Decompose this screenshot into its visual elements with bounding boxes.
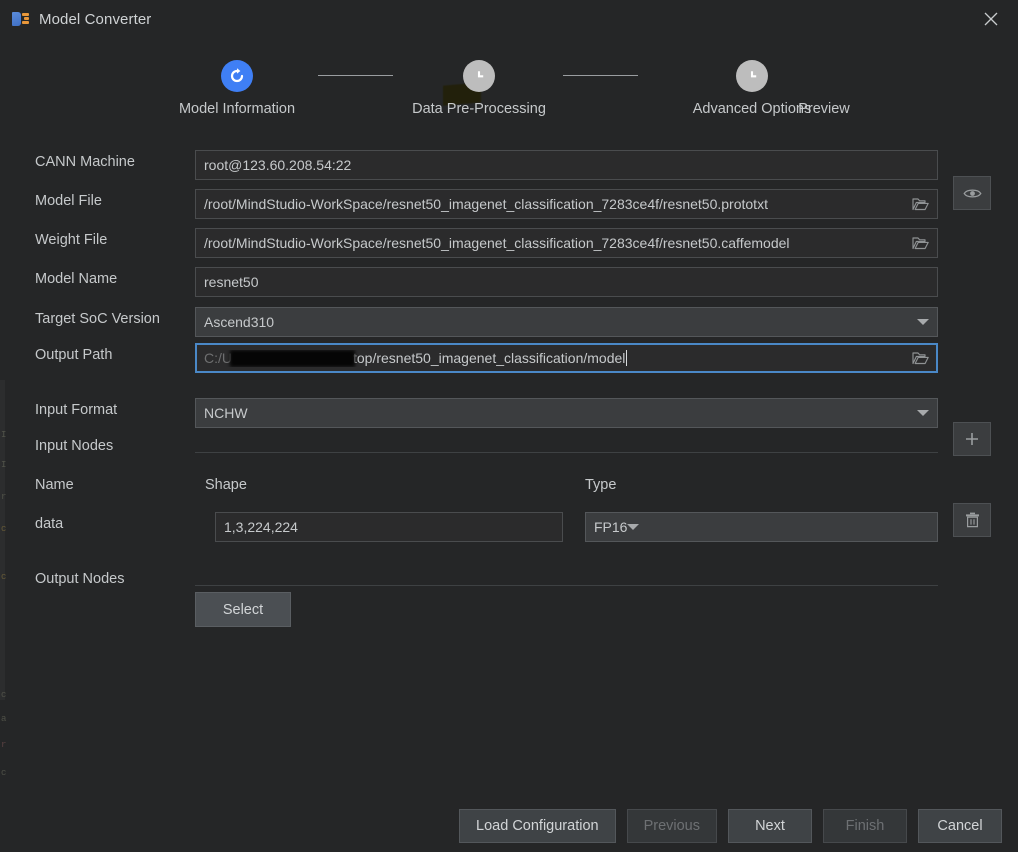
output-nodes-divider (195, 585, 938, 586)
model-file-label: Model File (35, 193, 102, 209)
output-path-suffix: top/resnet50_imagenet_classification/mod… (353, 349, 626, 366)
input-format-value: NCHW (204, 405, 248, 421)
input-node-type-select[interactable]: FP16 (585, 512, 938, 542)
column-header-name: Name (35, 477, 74, 493)
chevron-down-icon (627, 524, 640, 530)
model-name-value: resnet50 (204, 274, 259, 290)
cann-machine-value: root@123.60.208.54:22 (204, 157, 352, 173)
delete-input-node-button[interactable] (953, 503, 991, 537)
wizard-stepper: Model Information Data Pre-Processing Ad… (0, 38, 1018, 134)
clock-icon (463, 60, 495, 92)
column-header-shape: Shape (205, 477, 247, 493)
load-configuration-button[interactable]: Load Configuration (459, 809, 616, 843)
dialog-footer: Load Configuration Previous Next Finish … (0, 800, 1018, 852)
model-converter-dialog: I I r c c c a r c Model Converter Model … (0, 0, 1018, 852)
step-preview[interactable]: Preview (724, 60, 924, 117)
target-soc-version-label: Target SoC Version (35, 311, 160, 327)
output-nodes-label: Output Nodes (35, 571, 125, 587)
output-path-label: Output Path (35, 347, 113, 363)
select-output-nodes-button[interactable]: Select (195, 592, 291, 627)
folder-open-icon[interactable] (912, 197, 929, 211)
output-path-value: C:/U top/resnet50_imagenet_classification… (204, 349, 906, 367)
title-bar: Model Converter (0, 0, 1018, 38)
window-title: Model Converter (39, 10, 152, 28)
weight-file-value: /root/MindStudio-WorkSpace/resnet50_imag… (204, 235, 790, 251)
target-soc-version-select[interactable]: Ascend310 (195, 307, 938, 337)
cann-machine-label: CANN Machine (35, 154, 135, 170)
add-input-node-button[interactable] (953, 422, 991, 456)
cancel-button[interactable]: Cancel (918, 809, 1002, 843)
input-node-shape-input[interactable]: 1,3,224,224 (215, 512, 563, 542)
cann-machine-input[interactable]: root@123.60.208.54:22 (195, 150, 938, 180)
model-converter-icon (12, 11, 30, 27)
input-format-label: Input Format (35, 402, 118, 418)
input-node-shape-value: 1,3,224,224 (224, 519, 298, 535)
input-nodes-divider (195, 452, 938, 453)
text-cursor (626, 349, 628, 366)
step-label: Preview (798, 101, 850, 117)
folder-open-icon[interactable] (912, 351, 929, 365)
trash-icon (965, 512, 979, 528)
step-label: Model Information (178, 101, 296, 117)
weight-file-label: Weight File (35, 232, 108, 248)
chevron-down-icon (917, 319, 929, 325)
input-node-name: data (35, 516, 64, 532)
previous-button[interactable]: Previous (626, 809, 717, 843)
input-nodes-label: Input Nodes (35, 438, 114, 454)
folder-open-icon[interactable] (912, 236, 929, 250)
target-soc-version-value: Ascend310 (204, 314, 275, 330)
chevron-down-icon (917, 410, 929, 416)
output-path-input[interactable]: C:/U top/resnet50_imagenet_classification… (195, 343, 938, 373)
model-file-value: /root/MindStudio-WorkSpace/resnet50_imag… (204, 196, 768, 212)
model-name-input[interactable]: resnet50 (195, 267, 938, 297)
form-body: CANN Machine root@123.60.208.54:22 Model… (0, 134, 1018, 852)
refresh-circle-icon (221, 60, 253, 92)
next-button[interactable]: Next (728, 809, 812, 843)
step-data-pre-processing[interactable]: Data Pre-Processing (379, 60, 579, 117)
weight-file-input[interactable]: /root/MindStudio-WorkSpace/resnet50_imag… (195, 228, 938, 258)
step-model-information[interactable]: Model Information (137, 60, 337, 117)
redaction-mark (230, 349, 355, 367)
input-node-type-value: FP16 (594, 519, 628, 535)
model-file-input[interactable]: /root/MindStudio-WorkSpace/resnet50_imag… (195, 189, 938, 219)
finish-button[interactable]: Finish (823, 809, 907, 843)
model-name-label: Model Name (35, 271, 118, 287)
step-label: Data Pre-Processing (412, 101, 546, 117)
plus-icon (966, 433, 978, 445)
input-format-select[interactable]: NCHW (195, 398, 938, 428)
eye-icon (962, 189, 982, 197)
close-icon[interactable] (964, 0, 1018, 38)
preview-button[interactable] (953, 176, 991, 210)
output-path-prefix: C:/U (204, 349, 232, 366)
column-header-type: Type (585, 477, 617, 493)
